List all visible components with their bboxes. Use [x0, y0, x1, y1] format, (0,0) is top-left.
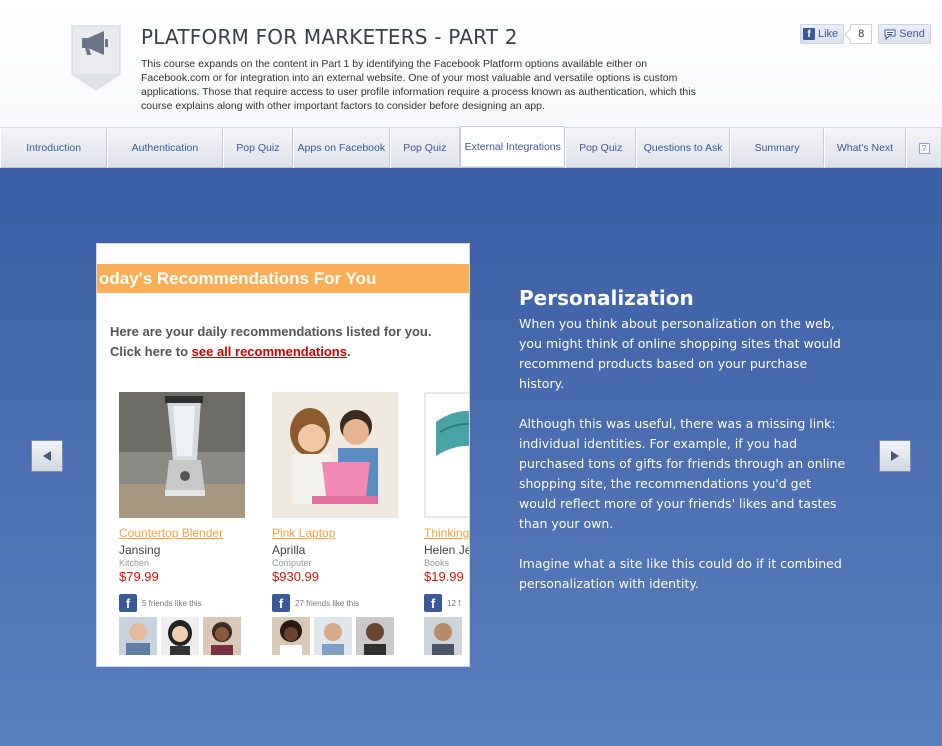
course-nav-tabs: Introduction Authentication Pop Quiz App… — [0, 126, 942, 168]
arrow-right-icon — [891, 451, 899, 461]
product-name: Thinking — [424, 526, 470, 540]
tab-questions-to-ask[interactable]: Questions to Ask — [635, 128, 731, 168]
tab-apps-on-facebook[interactable]: Apps on Facebook — [293, 128, 390, 168]
intro-suffix: . — [346, 344, 351, 359]
send-label: Send — [899, 28, 925, 40]
product-category: Books — [424, 558, 450, 568]
product-card: Pink Laptop Aprilla Computer $930.99 f 2… — [272, 392, 402, 655]
avatar — [161, 617, 199, 655]
intro-line-2: Click here to see all recommendations. — [110, 342, 431, 362]
personalization-panel: Personalization When you think about per… — [519, 286, 849, 614]
friends-like-text: 27 friends like this — [295, 598, 360, 608]
course-title: PLATFORM FOR MARKETERS - PART 2 — [141, 25, 518, 49]
tab-whats-next[interactable]: What's Next — [823, 128, 907, 168]
blender-image — [119, 392, 245, 518]
course-description: This course expands on the content in Pa… — [141, 58, 696, 112]
megaphone-icon — [71, 25, 121, 91]
avatar — [119, 617, 157, 655]
product-name: Pink Laptop — [272, 526, 336, 540]
friends-like-text: 5 friends like this — [142, 598, 202, 608]
tab-pop-quiz-2[interactable]: Pop Quiz — [389, 128, 461, 168]
recommendations-image: oday's Recommendations For You Here are … — [96, 243, 470, 667]
avatar — [203, 617, 241, 655]
facebook-icon: f — [803, 28, 815, 40]
panel-paragraph: When you think about personalization on … — [519, 316, 841, 391]
tab-external-integrations[interactable]: External Integrations — [460, 126, 566, 166]
product-category: Computer — [272, 558, 312, 568]
book-image — [424, 392, 469, 518]
friends-like-row: f 12 f — [424, 594, 469, 612]
next-button[interactable] — [879, 440, 911, 472]
friends-like-text: 12 f — [447, 598, 461, 608]
tab-introduction[interactable]: Introduction — [0, 128, 108, 168]
panel-paragraph: Imagine what a site like this could do i… — [519, 556, 842, 591]
friend-avatars — [272, 617, 402, 655]
content-stage: oday's Recommendations For You Here are … — [0, 169, 942, 746]
product-category: Kitchen — [119, 558, 150, 568]
course-badge — [70, 24, 122, 92]
friends-like-row: f 27 friends like this — [272, 594, 402, 612]
product-price: $19.99 — [424, 569, 464, 584]
course-header: PLATFORM FOR MARKETERS - PART 2 This cou… — [0, 0, 942, 128]
arrow-left-icon — [43, 451, 51, 461]
avatar — [314, 617, 352, 655]
recommendations-intro: Here are your daily recommendations list… — [110, 322, 431, 362]
panel-paragraph: Although this was useful, there was a mi… — [519, 416, 846, 531]
intro-prefix: Click here to — [110, 344, 192, 359]
product-name: Countertop Blender — [119, 526, 224, 540]
tab-pop-quiz-3[interactable]: Pop Quiz — [565, 128, 636, 168]
intro-line: Here are your daily recommendations list… — [110, 324, 432, 339]
social-buttons: f Like 8 Send — [800, 24, 931, 44]
speech-bubble-icon — [884, 29, 896, 40]
help-icon: ? — [918, 142, 930, 154]
product-brand: Helen Je — [424, 543, 470, 557]
tab-pop-quiz-1[interactable]: Pop Quiz — [222, 128, 294, 168]
panel-heading: Personalization — [519, 286, 694, 310]
recommendations-banner: oday's Recommendations For You — [97, 264, 469, 293]
product-brand: Jansing — [119, 543, 161, 557]
product-price: $930.99 — [272, 569, 319, 584]
like-label: Like — [818, 28, 839, 40]
avatar — [356, 617, 394, 655]
friends-like-row: f 5 friends like this — [119, 594, 249, 612]
previous-button[interactable] — [31, 440, 63, 472]
avatar — [424, 617, 462, 655]
like-count: 8 — [850, 24, 873, 44]
facebook-send-button[interactable]: Send — [878, 24, 931, 44]
product-brand: Aprilla — [272, 543, 306, 557]
tab-authentication[interactable]: Authentication — [107, 128, 223, 168]
friend-avatars — [119, 617, 249, 655]
facebook-like-button[interactable]: f Like — [800, 24, 845, 44]
product-card: Countertop Blender Jansing Kitchen $79.9… — [119, 392, 249, 655]
laptop-image — [272, 392, 398, 518]
product-price: $79.99 — [119, 569, 159, 584]
friend-avatars — [424, 617, 469, 655]
facebook-icon: f — [119, 594, 137, 612]
see-all-recommendations-link: see all recommendations — [191, 344, 347, 359]
product-card: Thinking Helen Je Books $19.99 f 12 f — [424, 392, 470, 655]
facebook-icon: f — [272, 594, 290, 612]
avatar — [272, 617, 310, 655]
facebook-icon: f — [424, 594, 442, 612]
tab-summary[interactable]: Summary — [730, 128, 824, 168]
help-button[interactable]: ? — [906, 128, 942, 168]
